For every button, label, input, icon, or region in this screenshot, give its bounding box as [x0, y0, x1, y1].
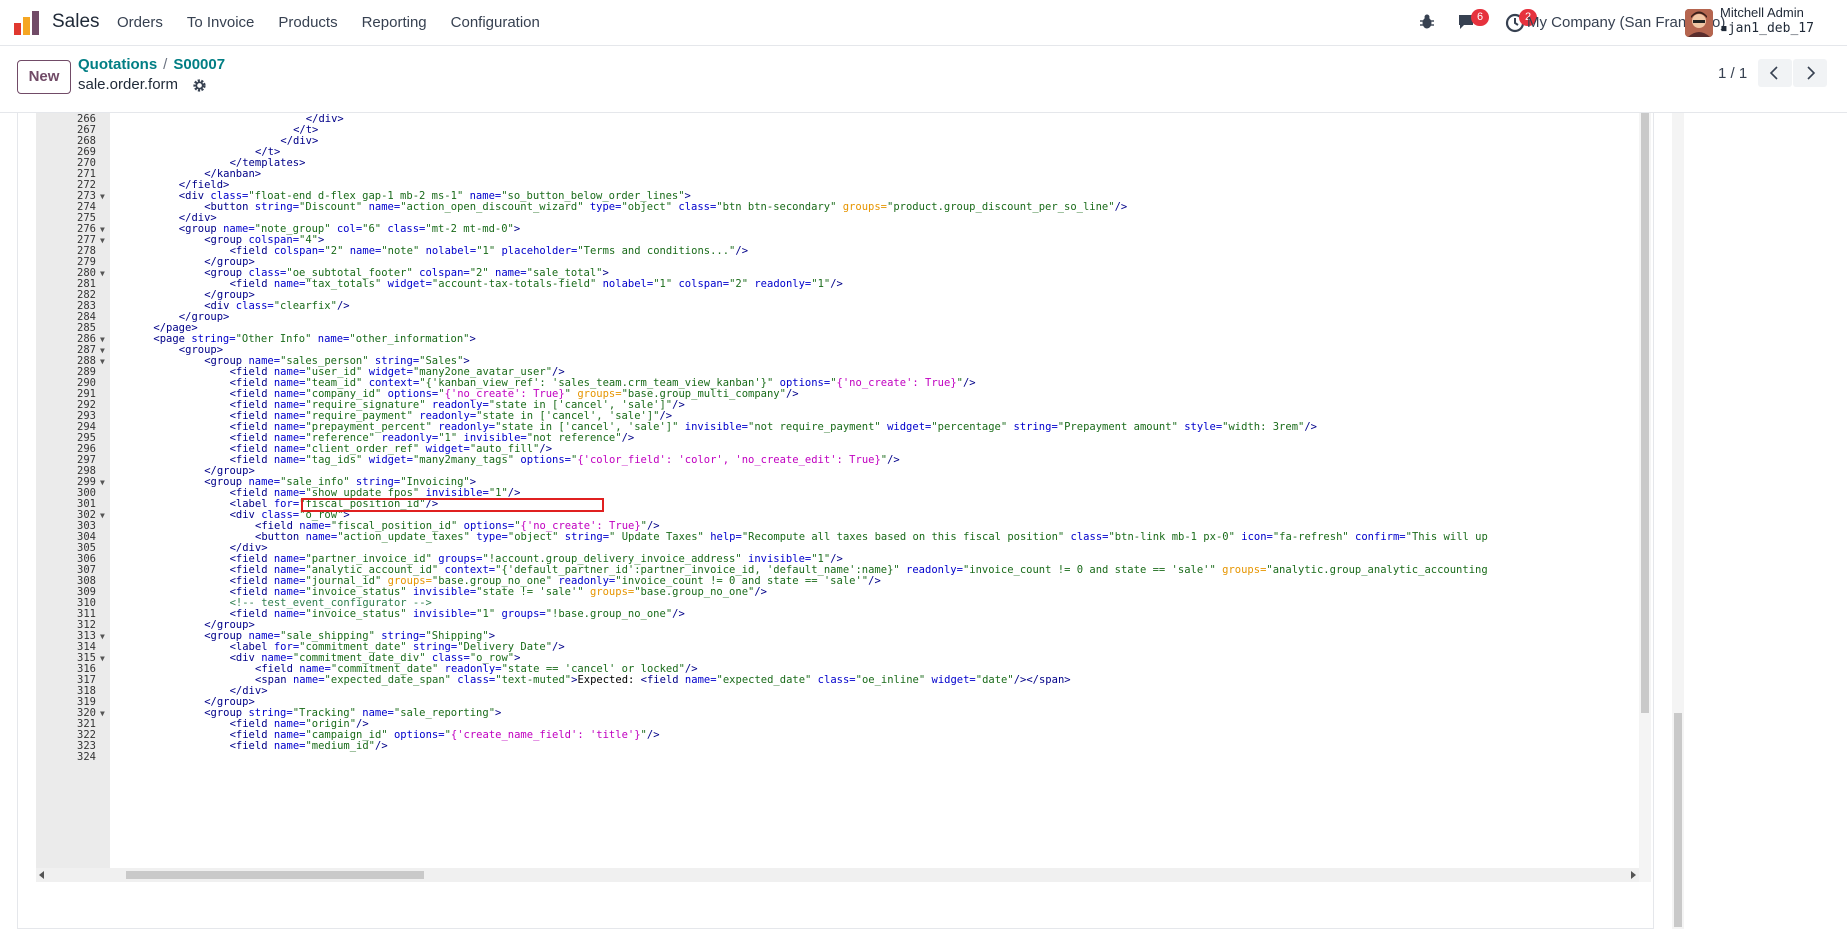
editor-horizontal-scrollbar[interactable] [36, 868, 1639, 882]
breadcrumb-quotations[interactable]: Quotations [78, 56, 157, 73]
breadcrumb-separator: / [163, 56, 168, 73]
pager-next-button[interactable] [1793, 59, 1827, 87]
pager-previous-button[interactable] [1758, 59, 1792, 87]
editor-vertical-scrollbar[interactable] [1639, 113, 1651, 882]
code-line[interactable]: 324 [36, 751, 1639, 764]
database-name: ▪jan1_deb_17 [1720, 21, 1814, 36]
gear-icon[interactable] [192, 78, 207, 93]
highlight-box [301, 498, 604, 512]
database-icon: ▪ [1720, 21, 1728, 36]
menu-reporting[interactable]: Reporting [362, 14, 427, 31]
editor-vertical-scroll-thumb[interactable] [1641, 113, 1649, 713]
menu-products[interactable]: Products [278, 14, 337, 31]
avatar-image-icon [1685, 9, 1713, 37]
messages-badge: 6 [1471, 9, 1489, 26]
line-number: 324 [77, 751, 96, 763]
breadcrumb: Quotations / S00007 [78, 56, 225, 73]
menu-configuration[interactable]: Configuration [451, 14, 540, 31]
user-name[interactable]: Mitchell Admin [1720, 5, 1804, 20]
debug-icon[interactable] [1419, 14, 1435, 30]
scroll-right-icon[interactable] [1629, 871, 1637, 879]
new-button[interactable]: New [17, 60, 71, 94]
chevron-right-icon [1807, 66, 1816, 80]
scroll-left-icon[interactable] [38, 871, 46, 879]
main-menu: Orders To Invoice Products Reporting Con… [117, 14, 564, 31]
breadcrumb-current[interactable]: S00007 [173, 56, 225, 73]
menu-to-invoice[interactable]: To Invoice [187, 14, 255, 31]
control-panel: New Quotations / S00007 sale.order.form 1 … [0, 47, 1847, 113]
code-editor[interactable]: 266 </div> 267 </t> 268 </div> 269 </t> 270 </tem… [36, 113, 1639, 882]
menu-orders[interactable]: Orders [117, 14, 163, 31]
record-name: sale.order.form [78, 76, 179, 93]
app-name[interactable]: Sales [52, 11, 100, 33]
chevron-left-icon [1769, 66, 1778, 80]
sales-app-icon[interactable] [14, 11, 40, 35]
top-navbar: Sales Orders To Invoice Products Reporti… [0, 0, 1847, 46]
editor-horizontal-scroll-thumb[interactable] [126, 871, 424, 879]
user-avatar[interactable] [1685, 9, 1713, 37]
arch-editor: 266 </div> 267 </t> 268 </div> 269 </t> 270 </tem… [17, 113, 1654, 929]
database-label: jan1_deb_17 [1727, 21, 1814, 36]
page-vertical-scrollbar[interactable] [1672, 113, 1684, 929]
pager-value[interactable]: 1 / 1 [1718, 65, 1747, 82]
page-vertical-scroll-thumb[interactable] [1674, 713, 1682, 927]
